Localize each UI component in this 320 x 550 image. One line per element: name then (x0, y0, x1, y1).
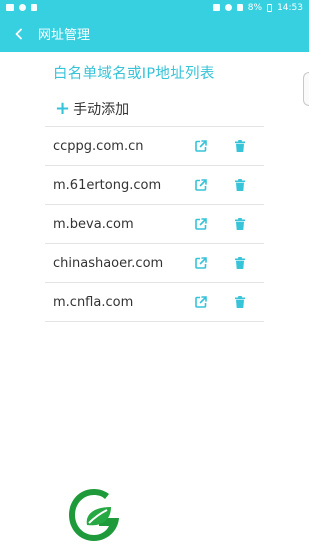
plus-icon: + (55, 98, 71, 119)
trash-icon (235, 140, 245, 152)
trash-icon (235, 257, 245, 269)
status-notifications (6, 4, 37, 11)
whitelist-heading: 白名单域名或IP地址列表 (53, 66, 215, 82)
signal-icon (236, 4, 243, 11)
page-title: 网址管理 (38, 28, 91, 43)
manual-add-button[interactable]: + 手动添加 (55, 99, 129, 119)
domain-list: ccppg.com.cn m.61ertong.com m.beva.com chin… (45, 126, 264, 322)
domain-text: m.cnfla.com (53, 294, 134, 310)
domain-row: m.beva.com (45, 205, 264, 244)
domain-text: chinashaoer.com (53, 255, 164, 271)
chevron-left-icon (15, 28, 22, 39)
open-domain-button[interactable] (192, 137, 210, 155)
status-system: 8% 14:53 (212, 2, 303, 13)
battery-icon (267, 3, 273, 12)
open-external-icon (195, 218, 207, 230)
trash-icon (235, 218, 245, 230)
delete-domain-button[interactable] (231, 293, 249, 311)
trash-icon (235, 179, 245, 191)
open-external-icon (195, 257, 207, 269)
open-external-icon (195, 179, 207, 191)
edge-panel-handle[interactable] (303, 72, 309, 106)
open-domain-button[interactable] (192, 176, 210, 194)
open-domain-button[interactable] (192, 215, 210, 233)
domain-text: m.61ertong.com (53, 177, 162, 193)
manual-add-label: 手动添加 (73, 102, 130, 118)
domain-text: m.beva.com (53, 216, 134, 232)
leaf-logo-icon (69, 489, 119, 541)
wifi-icon (224, 4, 232, 11)
image-notification-icon (6, 4, 14, 11)
domain-row: m.cnfla.com (45, 283, 264, 322)
battery-percent: 8% (247, 2, 263, 13)
app-bar: 网址管理 (0, 15, 309, 52)
domain-row: ccppg.com.cn (45, 127, 264, 166)
trash-icon (235, 296, 245, 308)
open-domain-button[interactable] (192, 254, 210, 272)
delete-domain-button[interactable] (231, 137, 249, 155)
open-external-icon (195, 296, 207, 308)
domain-text: ccppg.com.cn (53, 138, 144, 154)
delete-domain-button[interactable] (231, 176, 249, 194)
clock: 14:53 (277, 2, 303, 13)
delete-domain-button[interactable] (231, 215, 249, 233)
domain-row: chinashaoer.com (45, 244, 264, 283)
domain-row: m.61ertong.com (45, 166, 264, 205)
back-button[interactable] (0, 15, 38, 52)
open-domain-button[interactable] (192, 293, 210, 311)
download-notification-icon (31, 4, 37, 11)
app-notification-icon (19, 4, 26, 11)
delete-domain-button[interactable] (231, 254, 249, 272)
nfc-icon (212, 4, 220, 11)
open-external-icon (195, 140, 207, 152)
status-bar: 8% 14:53 (0, 0, 309, 15)
